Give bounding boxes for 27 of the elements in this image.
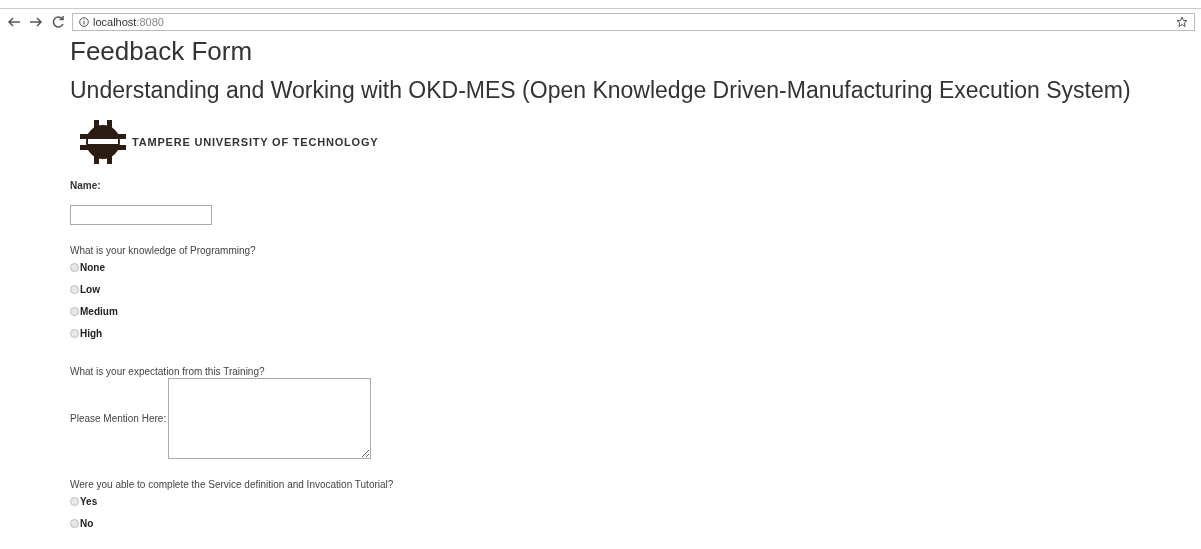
page-title: Feedback Form <box>70 36 254 67</box>
option-label: None <box>80 261 105 273</box>
logo-text: TAMPERE UNIVERSITY OF TECHNOLOGY <box>132 136 379 148</box>
star-icon[interactable] <box>1176 15 1188 28</box>
radio-button[interactable] <box>70 496 79 506</box>
field-label: Please Mention Here: <box>70 413 167 424</box>
text-area[interactable] <box>168 378 372 459</box>
radio-button[interactable] <box>70 328 79 338</box>
question-text: What is your expectation from this Training? <box>70 366 266 377</box>
option-label: High <box>80 327 103 339</box>
name-field[interactable] <box>70 205 212 225</box>
radio-button[interactable] <box>70 306 79 316</box>
radio-button[interactable] <box>70 262 79 272</box>
address-bar[interactable]: localhost:8080 <box>72 12 1195 31</box>
option-label: Medium <box>80 305 118 317</box>
option-label: No <box>80 517 94 529</box>
question-text: Were you able to complete the Service definition and Invocation Tutorial? <box>70 479 395 490</box>
page-subtitle: Understanding and Working with OKD-MES (Open Knowledge Driven-Manufacturing Execution System) <box>70 77 1132 104</box>
reload-icon[interactable] <box>50 13 66 30</box>
gear-logo-icon <box>80 120 126 164</box>
option-label: Low <box>80 283 100 295</box>
info-icon <box>79 16 89 27</box>
question-text: What is your knowledge of Programming? <box>70 245 257 256</box>
option-label: Yes <box>80 495 98 507</box>
field-label: Name: <box>70 180 102 191</box>
radio-button[interactable] <box>70 518 79 528</box>
radio-button[interactable] <box>70 284 79 294</box>
